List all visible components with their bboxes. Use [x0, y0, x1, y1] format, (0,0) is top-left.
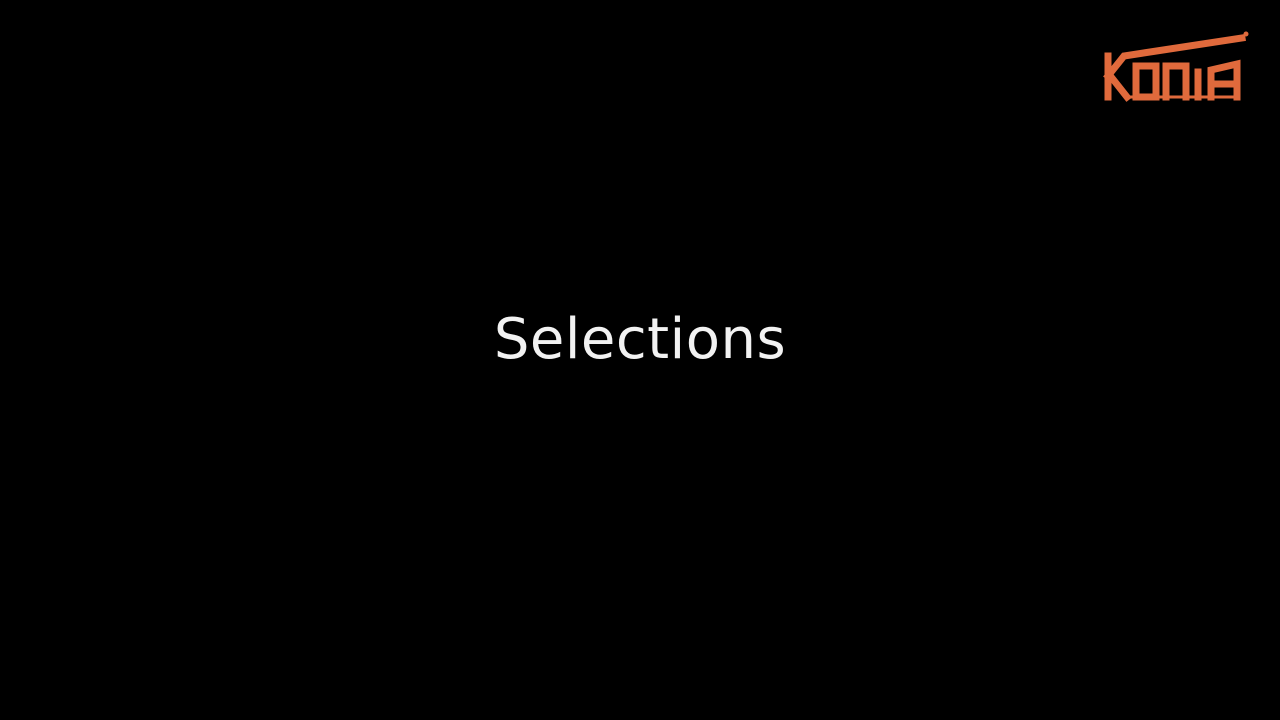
registered-mark-icon [1243, 31, 1249, 37]
slide-title: Selections [493, 307, 787, 372]
konia-logo: KONIA [1100, 28, 1250, 102]
konia-logo-icon [1103, 31, 1249, 102]
slide-screen: KONIA Selections [0, 0, 1280, 720]
